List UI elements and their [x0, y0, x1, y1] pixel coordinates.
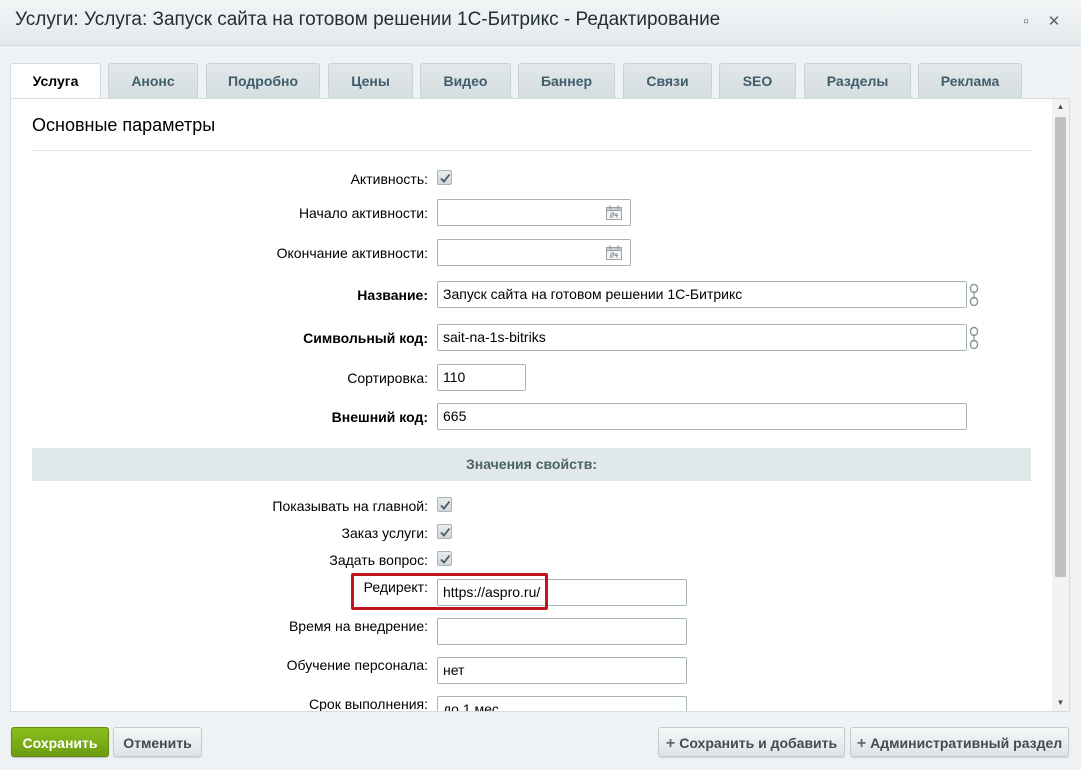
save-button[interactable]: Сохранить [11, 727, 109, 757]
tab-links[interactable]: Связи [623, 63, 712, 98]
tab-banner[interactable]: Баннер [518, 63, 615, 98]
field-row-staff-training: Обучение персонала: нет [11, 657, 1051, 685]
order-service-label: Заказ услуги: [341, 525, 428, 541]
section-divider [32, 150, 1031, 151]
ask-question-label: Задать вопрос: [329, 552, 428, 568]
tab-video[interactable]: Видео [420, 63, 511, 98]
staff-training-label: Обучение персонала: [286, 657, 428, 673]
calendar-icon[interactable] [606, 205, 622, 220]
staff-training-input[interactable]: нет [437, 657, 687, 684]
section-title: Основные параметры [32, 115, 216, 135]
scrollbar-thumb[interactable] [1055, 117, 1066, 577]
window-titlebar: Услуги: Услуга: Запуск сайта на готовом … [0, 0, 1081, 46]
window-title: Услуги: Услуга: Запуск сайта на готовом … [15, 9, 721, 30]
implementation-time-label: Время на внедрение: [288, 618, 428, 634]
redirect-value: https://aspro.ru/ [443, 584, 541, 600]
active-to-input[interactable] [437, 239, 631, 266]
link-chain-icon[interactable] [968, 283, 980, 307]
link-chain-icon[interactable] [968, 326, 980, 350]
minimize-icon[interactable]: ▫ [1016, 12, 1036, 32]
scroll-up-arrow-icon[interactable]: ▲ [1052, 99, 1069, 115]
code-value: sait-na-1s-bitriks [443, 329, 546, 345]
checkmark-icon [440, 500, 451, 510]
checkmark-icon [440, 527, 451, 537]
field-row-code: Символьный код: sait-na-1s-bitriks [11, 324, 1051, 352]
sort-label: Сортировка: [347, 370, 428, 386]
plus-icon: + [856, 735, 867, 752]
footer-button-bar: Сохранить Отменить + Сохранить и добавить… [0, 712, 1081, 770]
active-label: Активность: [350, 171, 428, 187]
deadline-label: Срок выполнения: [309, 696, 428, 712]
properties-header: Значения свойств: [32, 448, 1031, 481]
field-row-active-from: Начало активности: [11, 199, 1051, 227]
active-from-input[interactable] [437, 199, 631, 226]
field-row-order-service: Заказ услуги: [11, 519, 1051, 547]
redirect-input[interactable]: https://aspro.ru/ [437, 579, 687, 606]
save-and-add-button[interactable]: + Сохранить и добавить [658, 727, 845, 757]
active-checkbox[interactable] [437, 170, 452, 185]
close-icon[interactable]: ✕ [1044, 12, 1064, 32]
xml-id-value: 665 [443, 408, 467, 424]
field-row-sort: Сортировка: 110 [11, 364, 1051, 392]
field-row-show-on-main: Показывать на главной: [11, 492, 1051, 520]
admin-section-button[interactable]: + Административный раздел [850, 727, 1069, 757]
tab-bar: Услуга Анонс Подробно Цены Видео Баннер … [10, 63, 1070, 99]
sort-input[interactable]: 110 [437, 364, 526, 391]
implementation-time-input[interactable] [437, 618, 687, 645]
admin-section-label: Административный раздел [870, 735, 1063, 751]
name-label: Название: [357, 287, 428, 303]
tab-seo[interactable]: SEO [719, 63, 796, 98]
sort-value: 110 [443, 369, 466, 385]
tab-ads[interactable]: Реклама [918, 63, 1022, 98]
calendar-icon[interactable] [606, 245, 622, 260]
field-row-redirect: Редирект: https://aspro.ru/ [11, 579, 1051, 607]
field-row-xml-id: Внешний код: 665 [11, 403, 1051, 431]
show-on-main-checkbox[interactable] [437, 497, 452, 512]
checkmark-icon [440, 173, 451, 183]
field-row-name: Название: Запуск сайта на готовом решени… [11, 281, 1051, 309]
show-on-main-label: Показывать на главной: [272, 498, 428, 514]
scroll-down-arrow-icon[interactable]: ▼ [1052, 695, 1069, 711]
field-row-active: Активность: [11, 165, 1051, 193]
active-to-label: Окончание активности: [276, 245, 428, 261]
cancel-button[interactable]: Отменить [113, 727, 202, 757]
tab-sections[interactable]: Разделы [804, 63, 911, 98]
checkmark-icon [440, 554, 451, 564]
active-from-label: Начало активности: [298, 205, 428, 221]
vertical-scrollbar[interactable]: ▲ ▼ [1052, 99, 1069, 711]
code-label: Символьный код: [303, 330, 428, 346]
deadline-input[interactable]: до 1 мес [437, 696, 687, 712]
tab-details[interactable]: Подробно [206, 63, 320, 98]
tab-announce[interactable]: Анонс [108, 63, 198, 98]
name-input[interactable]: Запуск сайта на готовом решении 1С-Битри… [437, 281, 967, 308]
xml-id-label: Внешний код: [331, 409, 428, 425]
field-row-active-to: Окончание активности: [11, 239, 1051, 267]
plus-icon: + [665, 735, 676, 752]
order-service-checkbox[interactable] [437, 524, 452, 539]
tab-prices[interactable]: Цены [328, 63, 413, 98]
field-row-implementation-time: Время на внедрение: [11, 618, 1051, 646]
tab-service[interactable]: Услуга [10, 63, 101, 99]
field-row-ask-question: Задать вопрос: [11, 546, 1051, 574]
name-value: Запуск сайта на готовом решении 1С-Битри… [443, 286, 743, 302]
edit-form-panel: Основные параметры Активность: Начало ак… [10, 98, 1070, 712]
xml-id-input[interactable]: 665 [437, 403, 967, 430]
ask-question-checkbox[interactable] [437, 551, 452, 566]
redirect-label: Редирект: [363, 579, 428, 595]
deadline-value: до 1 мес [443, 701, 499, 712]
save-and-add-label: Сохранить и добавить [679, 735, 838, 751]
code-input[interactable]: sait-na-1s-bitriks [437, 324, 967, 351]
field-row-deadline: Срок выполнения: до 1 мес [11, 696, 1051, 712]
staff-training-value: нет [443, 662, 465, 678]
